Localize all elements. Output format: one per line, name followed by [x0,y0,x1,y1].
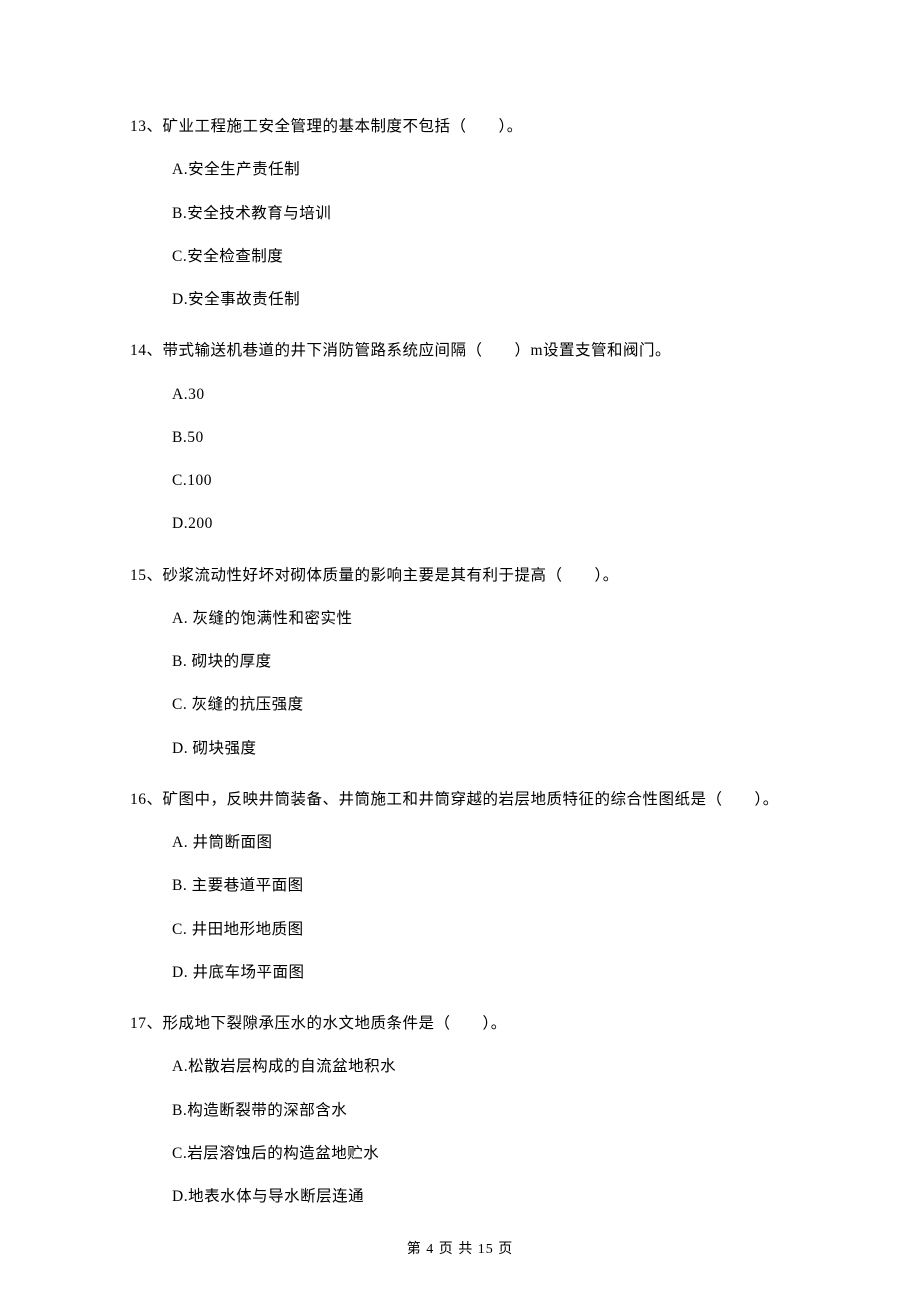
option-b: B.50 [172,426,800,449]
option-a: A. 井筒断面图 [172,831,800,854]
option-b: B.构造断裂带的深部含水 [172,1099,800,1122]
question-15: 15、砂浆流动性好坏对砌体质量的影响主要是其有利于提高（ ）。 A. 灰缝的饱满… [130,564,800,760]
question-text: 17、形成地下裂隙承压水的水文地质条件是（ ）。 [130,1012,800,1035]
document-page: 13、矿业工程施工安全管理的基本制度不包括（ ）。 A.安全生产责任制 B.安全… [0,0,920,1302]
option-a: A.松散岩层构成的自流盆地积水 [172,1055,800,1078]
question-16: 16、矿图中，反映井筒装备、井筒施工和井筒穿越的岩层地质特征的综合性图纸是（ ）… [130,788,800,984]
option-b: B.安全技术教育与培训 [172,202,800,225]
question-14: 14、带式输送机巷道的井下消防管路系统应间隔（ ）m设置支管和阀门。 A.30 … [130,339,800,535]
option-b: B. 砌块的厚度 [172,650,800,673]
question-text: 13、矿业工程施工安全管理的基本制度不包括（ ）。 [130,115,800,138]
question-text: 15、砂浆流动性好坏对砌体质量的影响主要是其有利于提高（ ）。 [130,564,800,587]
option-d: D. 井底车场平面图 [172,961,800,984]
question-17: 17、形成地下裂隙承压水的水文地质条件是（ ）。 A.松散岩层构成的自流盆地积水… [130,1012,800,1208]
question-text: 16、矿图中，反映井筒装备、井筒施工和井筒穿越的岩层地质特征的综合性图纸是（ ）… [130,788,800,811]
option-d: D.200 [172,512,800,535]
option-c: C. 井田地形地质图 [172,918,800,941]
question-text: 14、带式输送机巷道的井下消防管路系统应间隔（ ）m设置支管和阀门。 [130,339,800,362]
option-d: D.安全事故责任制 [172,288,800,311]
option-b: B. 主要巷道平面图 [172,874,800,897]
question-13: 13、矿业工程施工安全管理的基本制度不包括（ ）。 A.安全生产责任制 B.安全… [130,115,800,311]
option-c: C.安全检查制度 [172,245,800,268]
option-c: C. 灰缝的抗压强度 [172,693,800,716]
option-d: D.地表水体与导水断层连通 [172,1185,800,1208]
option-d: D. 砌块强度 [172,737,800,760]
option-a: A.30 [172,383,800,406]
option-c: C.100 [172,469,800,492]
option-a: A. 灰缝的饱满性和密实性 [172,607,800,630]
option-a: A.安全生产责任制 [172,158,800,181]
page-footer: 第 4 页 共 15 页 [0,1239,920,1260]
option-c: C.岩层溶蚀后的构造盆地贮水 [172,1142,800,1165]
